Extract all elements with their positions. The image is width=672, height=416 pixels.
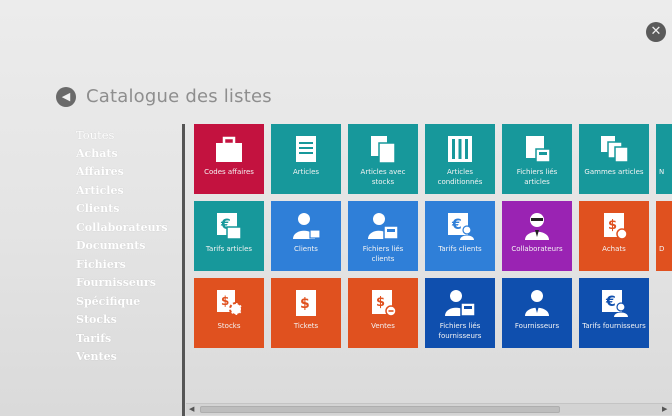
tile-label: Articles avec stocks: [360, 168, 406, 186]
customer-price-icon: €: [448, 213, 474, 240]
tile-grid: Codes affaires Articles Articles avec st…: [194, 124, 672, 350]
tile-label: Tarifs articles: [205, 245, 253, 253]
sidebar-divider: [182, 124, 185, 416]
scroll-left-icon[interactable]: ◀: [189, 404, 194, 415]
sidebar-item-clients[interactable]: Clients: [76, 200, 176, 219]
stock-settings-icon: $: [217, 290, 243, 316]
sidebar-item-collaborateurs[interactable]: Collaborateurs: [76, 219, 176, 238]
tile-tarifs-articles[interactable]: € Tarifs articles: [194, 201, 264, 271]
svg-text:$: $: [221, 294, 229, 308]
tile-tarifs-fournisseurs[interactable]: € Tarifs fournisseurs: [579, 278, 649, 348]
tile-codes-affaires[interactable]: Codes affaires: [194, 124, 264, 194]
tile-label: Fichiers liés articles: [516, 168, 558, 186]
svg-text:€: €: [451, 217, 462, 233]
tile-label: Clients: [294, 245, 318, 253]
briefcase-icon: [216, 136, 242, 162]
customer-icon: [293, 213, 321, 239]
svg-text:€: €: [605, 294, 616, 310]
sidebar-item-ventes[interactable]: Ventes: [76, 348, 176, 367]
tile-label: Codes affaires: [204, 168, 254, 176]
sidebar-item-toutes[interactable]: Toutes: [76, 126, 176, 145]
back-arrow-icon: ◀: [61, 89, 71, 103]
tile-label: Fichiers liés fournisseurs: [438, 322, 482, 340]
tile-label: Tickets: [293, 322, 319, 330]
tile-fichiers-lies-articles[interactable]: Fichiers liés articles: [502, 124, 572, 194]
back-button[interactable]: ◀: [56, 86, 76, 107]
tile-label: Ventes: [371, 322, 395, 330]
tile-fournisseurs[interactable]: Fournisseurs: [502, 278, 572, 348]
tile-fichiers-lies-clients[interactable]: Fichiers liés clients: [348, 201, 418, 271]
tile-label: Collaborateurs: [511, 245, 563, 253]
sidebar-item-documents[interactable]: Documents: [76, 237, 176, 256]
close-icon: ✕: [650, 24, 662, 39]
horizontal-scrollbar[interactable]: ◀ ▶: [186, 403, 672, 415]
sidebar-item-achats[interactable]: Achats: [76, 145, 176, 164]
svg-text:$: $: [608, 218, 617, 233]
tile-label: N: [659, 168, 665, 176]
tile-label: Tarifs clients: [438, 245, 482, 253]
sidebar-item-affaires[interactable]: Affaires: [76, 163, 176, 182]
tile-label: Fichiers liés clients: [362, 245, 404, 263]
crate-icon: [448, 136, 472, 162]
tile-partial-d[interactable]: D: [656, 201, 672, 271]
sidebar-item-stocks[interactable]: Stocks: [76, 311, 176, 330]
supplier-file-icon: [445, 290, 476, 317]
tile-label: Fournisseurs: [514, 322, 560, 330]
price-tag-icon: €: [217, 213, 242, 240]
tile-gammes-articles[interactable]: Gammes articles: [579, 124, 649, 194]
file-linked-icon: [526, 136, 551, 163]
tile-achats[interactable]: $ Achats: [579, 201, 649, 271]
tile-label: Articles conditionnés: [437, 168, 483, 186]
tile-clients[interactable]: Clients: [271, 201, 341, 271]
article-icon: [296, 136, 316, 162]
close-button[interactable]: ✕: [646, 22, 666, 42]
tile-label: Achats: [602, 245, 626, 253]
sales-icon: $: [372, 290, 397, 317]
agent-icon: [525, 213, 549, 240]
sidebar-item-specifique[interactable]: Spécifique: [76, 293, 176, 312]
tile-fichiers-lies-fournisseurs[interactable]: Fichiers liés fournisseurs: [425, 278, 495, 348]
purchase-icon: $: [604, 213, 628, 240]
category-sidebar: Toutes Achats Affaires Articles Clients …: [76, 126, 176, 367]
tile-label: Gammes articles: [584, 168, 644, 176]
scroll-right-icon[interactable]: ▶: [662, 404, 667, 415]
sidebar-item-fournisseurs[interactable]: Fournisseurs: [76, 274, 176, 293]
tile-ventes[interactable]: $ Ventes: [348, 278, 418, 348]
tile-label: D: [659, 245, 665, 253]
tile-stocks[interactable]: $ Stocks: [194, 278, 264, 348]
sidebar-item-tarifs[interactable]: Tarifs: [76, 330, 176, 349]
supplier-icon: [525, 290, 549, 316]
ranges-icon: [601, 136, 629, 163]
tile-tarifs-clients[interactable]: € Tarifs clients: [425, 201, 495, 271]
stacked-documents-icon: [371, 136, 396, 164]
tile-articles[interactable]: Articles: [271, 124, 341, 194]
customer-file-icon: [368, 213, 399, 240]
sidebar-item-articles[interactable]: Articles: [76, 182, 176, 201]
tile-label: Stocks: [217, 322, 241, 330]
supplier-price-icon: €: [602, 290, 628, 317]
tile-label: Tarifs fournisseurs: [582, 322, 646, 330]
title-row: ◀ Catalogue des listes: [56, 86, 272, 107]
tile-partial-n[interactable]: N: [656, 124, 672, 194]
tile-articles-conditionnes[interactable]: Articles conditionnés: [425, 124, 495, 194]
svg-text:$: $: [376, 295, 385, 310]
svg-text:$: $: [300, 296, 310, 312]
catalogue-window: ✕ ◀ Catalogue des listes Toutes Achats A…: [0, 0, 672, 416]
tile-label: Articles: [292, 168, 320, 176]
ticket-icon: $: [296, 290, 316, 316]
tile-collaborateurs[interactable]: Collaborateurs: [502, 201, 572, 271]
tile-articles-avec-stocks[interactable]: Articles avec stocks: [348, 124, 418, 194]
tile-tickets[interactable]: $ Tickets: [271, 278, 341, 348]
scroll-thumb[interactable]: [200, 406, 560, 413]
page-title: Catalogue des listes: [86, 86, 272, 107]
sidebar-item-fichiers[interactable]: Fichiers: [76, 256, 176, 275]
